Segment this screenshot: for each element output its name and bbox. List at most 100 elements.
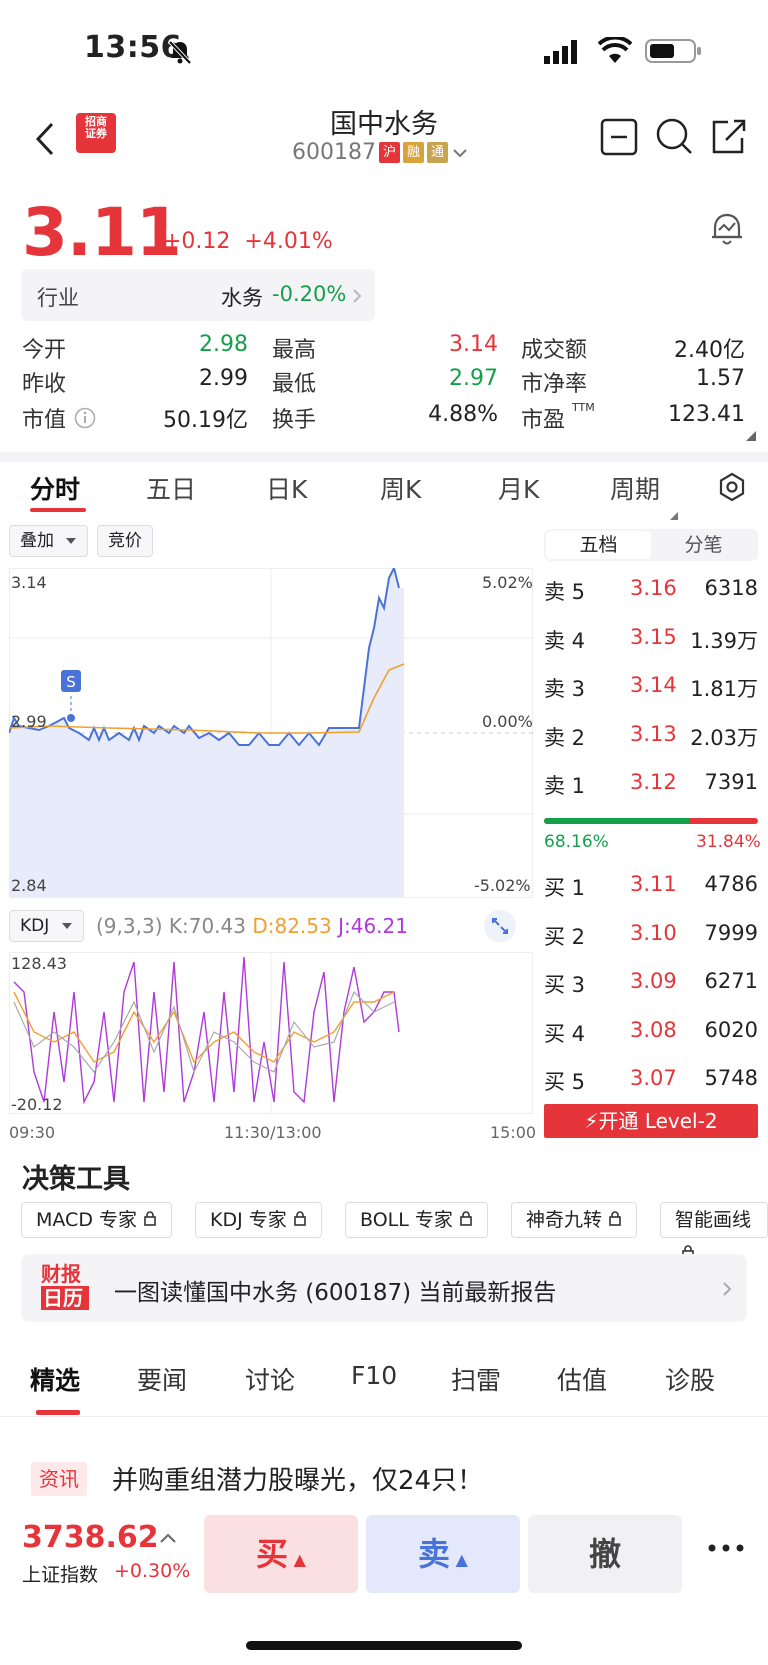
expand-corner-icon[interactable] — [746, 426, 756, 445]
page-title: 国中水务 — [330, 109, 438, 140]
news-tab[interactable]: 讨论 — [245, 1361, 295, 1397]
stat-value: 3.14 — [449, 332, 498, 357]
news-tab[interactable]: F10 — [351, 1361, 397, 1390]
tab-tick[interactable]: 分笔 — [651, 531, 756, 559]
y-bot-label: 2.84 — [11, 876, 47, 895]
orderbook-volume: 6271 — [704, 969, 758, 993]
report-logo-top: 财报 — [41, 1262, 81, 1286]
stat-label: 昨收 — [22, 372, 67, 397]
tool-chip[interactable]: BOLL 专家 — [345, 1202, 488, 1238]
orderbook-label: 买 1 — [544, 876, 586, 900]
orderbook-label: 买 3 — [544, 973, 586, 997]
tool-chip[interactable]: 神奇九转 — [511, 1202, 638, 1238]
orderbook-label: 卖 4 — [544, 628, 586, 653]
kdj-chart[interactable] — [9, 952, 533, 1114]
orderbook-price: 3.13 — [630, 721, 677, 746]
industry-row[interactable]: 行业 水务 -0.20% — [21, 269, 375, 321]
more-icon[interactable] — [706, 1538, 746, 1562]
alert-icon[interactable] — [708, 210, 746, 254]
lock-icon — [459, 1209, 473, 1231]
orderbook-price: 3.14 — [630, 673, 677, 697]
orderbook-row[interactable]: 买 1 3.11 4786 — [544, 872, 758, 902]
tool-chip[interactable]: MACD 专家 — [21, 1202, 172, 1238]
orderbook-row[interactable]: 买 5 3.07 5748 — [544, 1066, 758, 1096]
orderbook-volume: 7391 — [704, 770, 758, 794]
wifi-icon — [597, 35, 633, 69]
badge-rong: 融 — [402, 142, 424, 163]
orderbook-row[interactable]: 卖 2 3.13 2.03万 — [544, 722, 758, 752]
orderbook-row[interactable]: 买 2 3.10 7999 — [544, 921, 758, 951]
stat-value: 1.57 — [696, 366, 745, 391]
ratio-buy-fill — [544, 818, 690, 824]
overlay-button[interactable]: 叠加 — [9, 525, 89, 557]
kdj-values: (9,3,3) K:70.43 D:82.53 J:46.21 — [96, 914, 408, 938]
tab-five-day[interactable]: 五日 — [146, 470, 196, 506]
y-mid-label: 2.99 — [11, 712, 47, 731]
intraday-chart[interactable]: S — [9, 568, 533, 898]
stock-code: 600187 — [292, 140, 376, 165]
tab-five-level[interactable]: 五档 — [546, 531, 651, 559]
stat-label: 市净率 — [521, 372, 588, 397]
orderbook-row[interactable]: 卖 4 3.15 1.39万 — [544, 625, 758, 655]
orderbook-row[interactable]: 买 4 3.08 6020 — [544, 1018, 758, 1048]
index-value[interactable]: 3738.62 — [22, 1520, 159, 1555]
home-indicator — [246, 1641, 522, 1650]
report-banner[interactable]: 财报 日历 一图读懂国中水务 (600187) 当前最新报告 — [21, 1254, 747, 1322]
sell-button[interactable]: 卖 ▲ — [366, 1515, 520, 1593]
orderbook-volume: 4786 — [704, 872, 758, 896]
news-tab[interactable]: 扫雷 — [451, 1361, 501, 1397]
orderbook-price: 3.15 — [630, 624, 677, 649]
stock-code-row[interactable]: 600187 沪 融 通 — [292, 140, 469, 165]
tab-week-k[interactable]: 周K — [380, 470, 421, 506]
news-tab[interactable]: 诊股 — [665, 1361, 715, 1397]
orderbook-price: 3.16 — [630, 576, 677, 600]
lock-icon — [608, 1209, 622, 1231]
info-icon[interactable] — [74, 407, 96, 433]
share-icon[interactable] — [708, 116, 748, 160]
orderbook-row[interactable]: 卖 3 3.14 1.81万 — [544, 673, 758, 703]
stat-label: 成交额 — [521, 338, 588, 363]
change-percent: +4.01% — [244, 229, 333, 254]
orderbook-price: 3.07 — [630, 1066, 677, 1090]
orderbook-label: 卖 1 — [544, 774, 586, 798]
buy-button[interactable]: 买 ▲ — [204, 1515, 358, 1593]
orderbook-row[interactable]: 买 3 3.09 6271 — [544, 969, 758, 999]
level2-label: 开通 Level-2 — [598, 1109, 718, 1133]
tool-chip[interactable]: 智能画线 — [660, 1202, 768, 1260]
ttm-label: TTM — [572, 401, 595, 414]
y-top-label: 3.14 — [11, 573, 47, 592]
auction-button[interactable]: 竞价 — [97, 525, 153, 557]
tool-chip[interactable]: KDJ 专家 — [195, 1202, 322, 1238]
chevron-up-icon[interactable] — [158, 1530, 178, 1546]
tab-month-k[interactable]: 月K — [498, 470, 539, 506]
orderbook-row[interactable]: 卖 1 3.12 7391 — [544, 770, 758, 800]
orderbook-tabs: 五档 分笔 — [544, 529, 758, 561]
tool-chip-label: KDJ 专家 — [210, 1209, 287, 1231]
news-tab[interactable]: 要闻 — [137, 1361, 187, 1397]
stat-label: 最低 — [272, 372, 317, 397]
stat-value: 2.99 — [199, 366, 248, 391]
orderbook-volume: 2.03万 — [690, 725, 758, 750]
buy-label: 买 — [256, 1535, 289, 1573]
orderbook-volume: 7999 — [704, 920, 758, 945]
news-headline[interactable]: 并购重组潜力股曝光，仅24只！ — [112, 1460, 483, 1497]
stat-value: 4.88% — [428, 402, 498, 427]
settings-icon[interactable] — [718, 472, 746, 506]
pct-bot-label: -5.02% — [474, 876, 531, 895]
news-tag: 资讯 — [31, 1462, 87, 1496]
tab-period[interactable]: 周期 — [610, 470, 660, 506]
kdj-selector[interactable]: KDJ — [9, 910, 84, 942]
news-tab[interactable]: 精选 — [30, 1361, 80, 1397]
change-amount: +0.12 — [163, 229, 231, 254]
level2-button[interactable]: ⚡开通 Level-2 — [544, 1104, 758, 1138]
index-change: +0.30% — [114, 1560, 191, 1582]
news-tab[interactable]: 估值 — [557, 1361, 607, 1397]
fullscreen-icon[interactable] — [484, 910, 516, 942]
tab-day-k[interactable]: 日K — [266, 470, 307, 506]
orderbook-row[interactable]: 卖 5 3.16 6318 — [544, 576, 758, 606]
search-icon[interactable] — [654, 116, 694, 160]
tab-intraday[interactable]: 分时 — [30, 470, 80, 506]
cancel-button[interactable]: 撤 — [528, 1515, 682, 1593]
minus-box-icon[interactable] — [600, 118, 638, 160]
ratio-sell: 31.84% — [696, 832, 761, 852]
